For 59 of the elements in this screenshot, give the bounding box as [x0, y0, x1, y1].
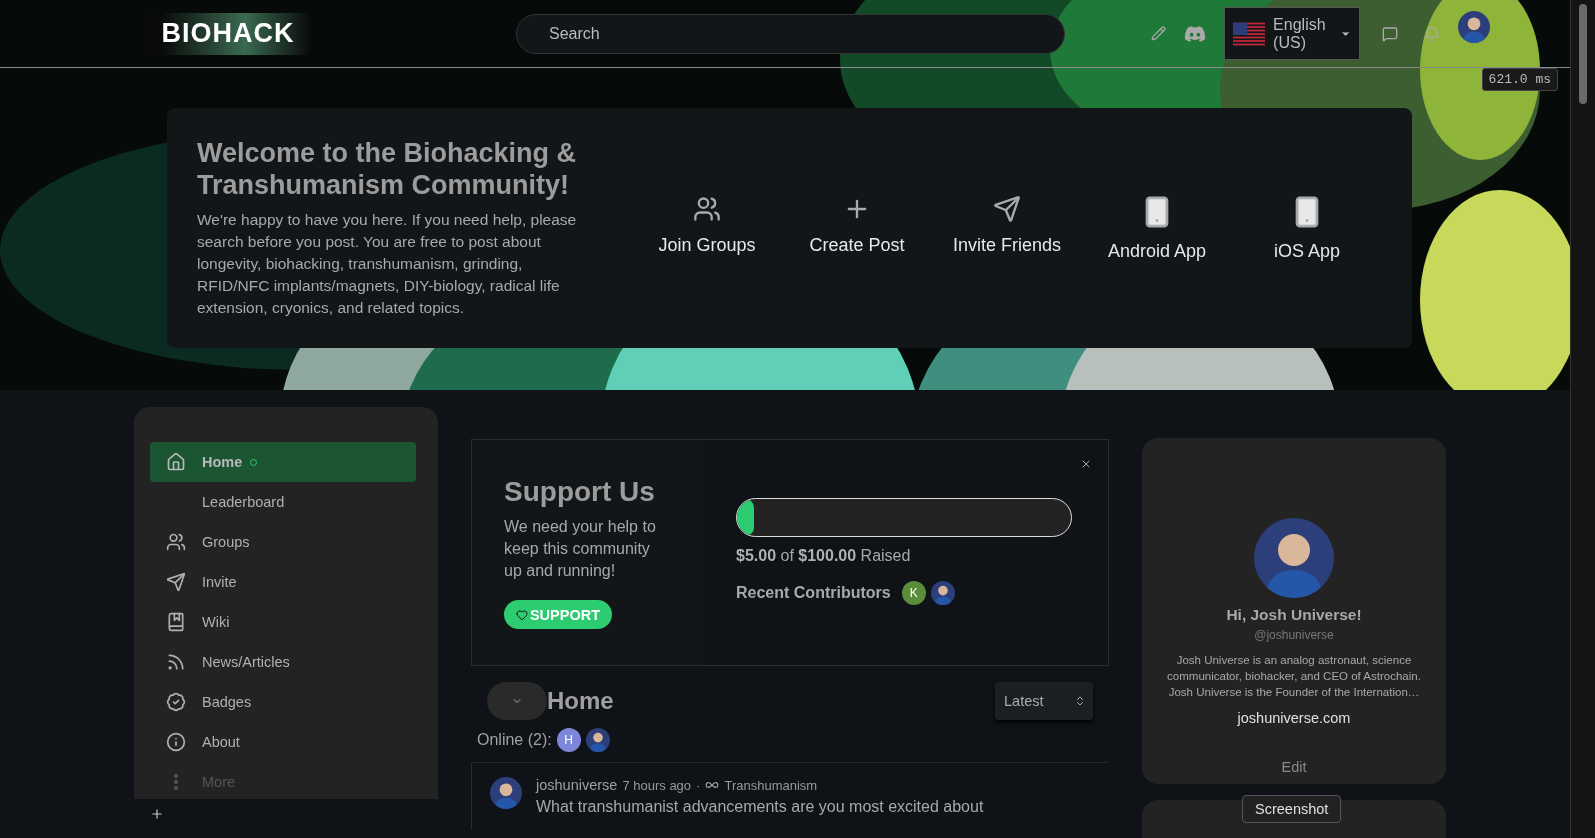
tooltip: Screenshot: [1242, 795, 1342, 823]
send-icon: [993, 194, 1021, 223]
profile-link[interactable]: joshuniverse.com: [1237, 710, 1351, 726]
updown-icon: [1074, 695, 1086, 707]
chat-icon[interactable]: [1382, 25, 1398, 42]
user-avatar[interactable]: [930, 581, 955, 605]
quick-action[interactable]: iOS App: [1232, 193, 1382, 263]
timing-badge: 621.0 ms: [1481, 68, 1558, 91]
group-link[interactable]: Transhumanism: [724, 777, 818, 793]
post-time: 7 hours ago: [622, 777, 692, 793]
info-icon: [166, 732, 186, 752]
people-icon: [166, 532, 186, 552]
support-title: Support Us: [504, 476, 656, 508]
nav-item[interactable]: Wiki: [150, 602, 416, 642]
post-author[interactable]: joshuniverse: [536, 777, 618, 793]
search-field[interactable]: Search: [516, 13, 1065, 54]
post-title[interactable]: What transhumanist advancements are you most excited about: [536, 798, 984, 816]
nav-item[interactable]: About: [150, 722, 416, 762]
support-text: We need your help to keep this community up and running!: [504, 517, 657, 581]
edit-button[interactable]: Edit: [1275, 758, 1313, 776]
logo[interactable]: BIOHACK: [145, 12, 311, 55]
welcome-title: Welcome to the Biohacking & Transhumanism Community!: [197, 137, 578, 201]
language-dropdown[interactable]: English (US): [1224, 7, 1360, 60]
cross-icon: [1080, 458, 1092, 470]
online-label: Online (2):: [477, 731, 552, 749]
quick-action[interactable]: Create Post: [782, 193, 932, 263]
welcome-text: We're happy to have you here. If you need help, please search before you post. You are free to post about longevity, biohacking, transhumanism, grinding, RFID/NFC implants/magnets, DIY-biology, radical life extension, cryonics, and related topics.: [197, 210, 578, 318]
flag-icon: [1233, 21, 1266, 46]
quick-action[interactable]: Invite Friends: [932, 193, 1082, 263]
profile-greeting: Hi, Josh Universe!: [1226, 606, 1362, 624]
close-icon[interactable]: [1080, 458, 1092, 470]
raised-amount: $5.00 of $100.00 Raised: [736, 547, 912, 565]
nav-item[interactable]: Invite: [150, 562, 416, 602]
nav-item[interactable]: Leaderboard: [150, 482, 416, 522]
separator: ·: [696, 777, 701, 793]
user-avatar[interactable]: [490, 777, 522, 809]
feed-title: Home: [547, 687, 614, 715]
notifications-icon[interactable]: [1424, 25, 1440, 42]
book-icon: [166, 612, 186, 632]
contributors-label: Recent Contributors: [736, 584, 891, 602]
user-avatar[interactable]: [585, 728, 610, 752]
quick-action[interactable]: Join Groups: [632, 193, 782, 263]
nav-item[interactable]: News/Articles: [150, 642, 416, 682]
badge-check-icon: [166, 692, 186, 712]
send-icon: [166, 572, 186, 592]
heart-icon: [515, 608, 528, 621]
home-icon: [166, 452, 186, 472]
dots-icon: [174, 774, 178, 790]
user-avatar[interactable]: K: [901, 581, 926, 605]
quick-action[interactable]: Android App: [1082, 193, 1232, 263]
sort-select[interactable]: Latest: [995, 682, 1093, 720]
nav-item[interactable]: Groups: [150, 522, 416, 562]
profile-handle: @joshuniverse: [1254, 628, 1334, 642]
people-icon: [693, 194, 721, 223]
rss-icon: [166, 652, 186, 672]
nav-item[interactable]: Badges: [150, 682, 416, 722]
scrollbar-thumb[interactable]: [1579, 4, 1587, 104]
nav-item[interactable]: Home: [150, 442, 416, 482]
profile-bio: Josh Universe is an analog astronaut, science communicator, biohacker, and CEO of Astrochain. Josh Universe is the Founder of the Internation…: [1166, 653, 1422, 700]
